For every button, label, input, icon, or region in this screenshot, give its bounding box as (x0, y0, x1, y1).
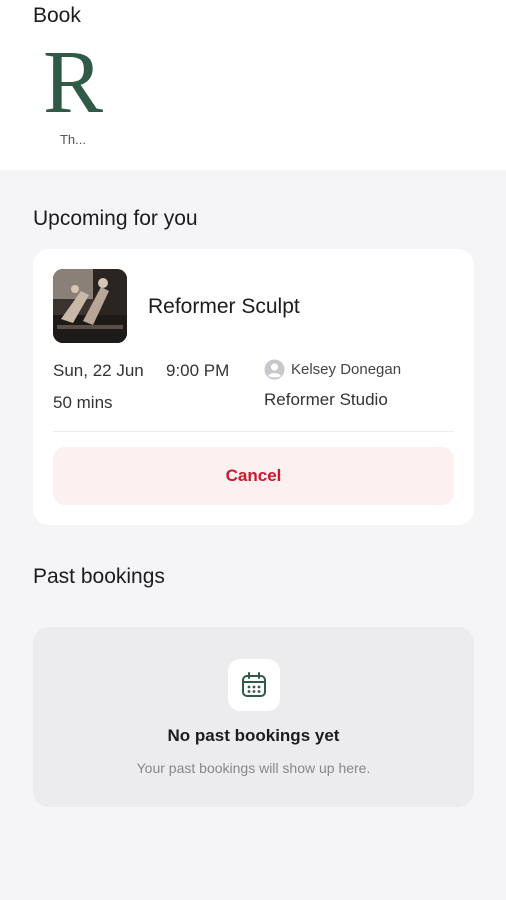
studio-logo: R (33, 40, 113, 120)
calendar-icon (241, 672, 266, 697)
calendar-icon-container (227, 659, 280, 711)
user-icon (264, 359, 285, 380)
cancel-button[interactable]: Cancel (53, 447, 454, 505)
studio-header-section: Book R Th... (0, 0, 506, 170)
studio-tile[interactable]: R Th... (33, 40, 113, 147)
instructor-name: Kelsey Donegan (291, 361, 402, 378)
booking-time: 9:00 PM (166, 361, 230, 380)
card-divider (53, 431, 454, 432)
booking-card[interactable]: Reformer Sculpt Sun, 22 Jun 9:00 PM 50 m… (33, 249, 474, 525)
empty-state-title: No past bookings yet (167, 726, 340, 745)
class-thumbnail (53, 269, 127, 343)
class-photo-image (53, 269, 127, 343)
booking-date: Sun, 22 Jun (53, 361, 144, 380)
studio-logo-mark: R (43, 40, 103, 120)
studio-logo-letter: R (43, 40, 103, 120)
instructor-row: Kelsey Donegan (264, 359, 401, 380)
past-bookings-empty-state: No past bookings yet Your past bookings … (33, 627, 474, 807)
booking-location: Reformer Studio (264, 390, 388, 409)
upcoming-heading: Upcoming for you (33, 207, 198, 230)
empty-state-subtitle: Your past bookings will show up here. (136, 760, 371, 776)
past-bookings-heading: Past bookings (33, 565, 165, 588)
page-title: Book (33, 4, 81, 27)
booking-duration: 50 mins (53, 393, 113, 412)
studio-name: Th... (59, 132, 86, 147)
class-name: Reformer Sculpt (148, 295, 300, 318)
